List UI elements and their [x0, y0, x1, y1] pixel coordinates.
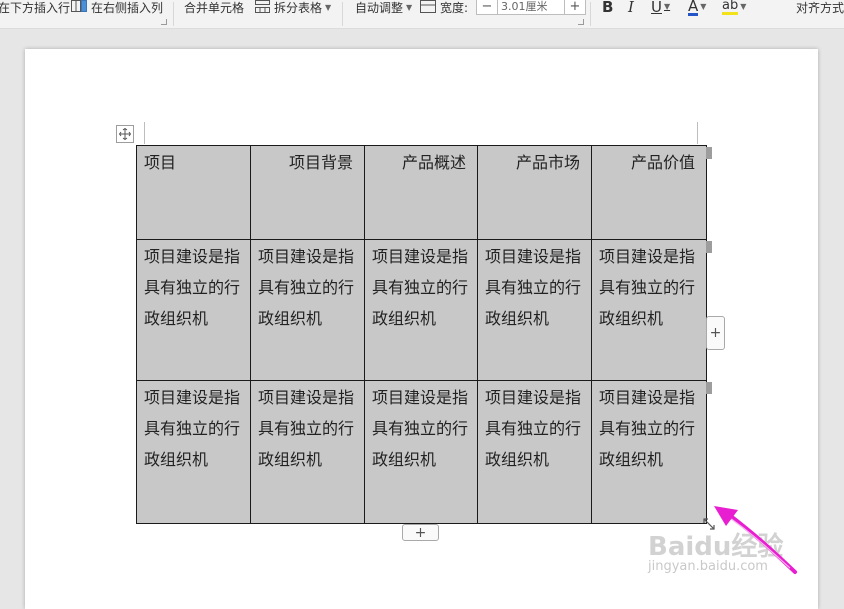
- table-cell[interactable]: 项目建设是指具有独立的行政组织机: [136, 239, 251, 381]
- margin-corner-mark: [144, 122, 145, 144]
- table-cell[interactable]: 项目背景: [250, 145, 365, 240]
- insert-column-right-label: 在右侧插入列: [91, 1, 164, 15]
- auto-adjust-label: 自动调整: [355, 1, 404, 15]
- underline-button[interactable]: U ▼: [651, 0, 670, 16]
- bold-button[interactable]: B: [602, 0, 613, 16]
- table-cell[interactable]: 项目建设是指具有独立的行政组织机: [136, 380, 251, 524]
- underline-icon: U: [651, 0, 662, 16]
- toolbar-divider: [173, 2, 174, 26]
- split-table-button[interactable]: 拆分表格 ▼: [255, 0, 331, 16]
- chevron-down-icon: ▼: [700, 2, 707, 11]
- auto-adjust-button[interactable]: 自动调整 ▼: [355, 0, 412, 16]
- row-end-marker: [706, 382, 712, 394]
- width-stepper: − +: [476, 0, 586, 15]
- table-cell[interactable]: 产品概述: [364, 145, 478, 240]
- group-launcher-icon[interactable]: [161, 19, 167, 25]
- bold-icon: B: [602, 0, 614, 16]
- plus-icon: +: [709, 325, 722, 341]
- group-launcher-icon[interactable]: [578, 19, 584, 25]
- highlight-button[interactable]: ab ▼: [722, 0, 746, 16]
- insert-row-below-label: 在下方插入行: [0, 1, 71, 15]
- chevron-down-icon: ▼: [663, 2, 671, 11]
- table-cell[interactable]: 产品价值: [591, 145, 707, 240]
- column-width-control: 宽度:: [420, 0, 468, 16]
- insert-column-icon: [71, 0, 87, 16]
- table-row: 项目建设是指具有独立的行政组织机 项目建设是指具有独立的行政组织机 项目建设是指…: [136, 380, 707, 524]
- table-cell[interactable]: 项目建设是指具有独立的行政组织机: [591, 380, 707, 524]
- chevron-down-icon: ▼: [325, 3, 332, 12]
- margin-corner-mark: [697, 122, 698, 144]
- column-width-icon: [420, 0, 436, 17]
- width-decrease-button[interactable]: −: [477, 0, 498, 14]
- insert-column-right-button[interactable]: 在右侧插入列: [71, 0, 163, 16]
- chevron-down-icon: ▼: [406, 3, 413, 12]
- table-cell[interactable]: 项目建设是指具有独立的行政组织机: [364, 380, 478, 524]
- width-increase-button[interactable]: +: [564, 0, 585, 14]
- toolbar-divider: [342, 2, 343, 26]
- width-input[interactable]: [498, 0, 564, 13]
- italic-icon: I: [628, 0, 634, 16]
- table-cell[interactable]: 产品市场: [477, 145, 592, 240]
- split-table-label: 拆分表格: [274, 1, 323, 15]
- table-move-handle[interactable]: [116, 125, 134, 143]
- row-end-marker: [706, 147, 712, 159]
- resize-icon: [703, 518, 715, 530]
- table-row: 项目建设是指具有独立的行政组织机 项目建设是指具有独立的行政组织机 项目建设是指…: [136, 239, 707, 381]
- document-table: 项目 项目背景 产品概述 产品市场 产品价值 项目建设是指具有独立的行政组织机 …: [136, 145, 707, 524]
- table-header-row: 项目 项目背景 产品概述 产品市场 产品价值: [136, 145, 707, 240]
- insert-row-below-button[interactable]: 在下方插入行: [0, 0, 70, 16]
- table-cell[interactable]: 项目建设是指具有独立的行政组织机: [591, 239, 707, 381]
- table-cell[interactable]: 项目建设是指具有独立的行政组织机: [477, 380, 592, 524]
- split-table-icon: [255, 0, 270, 17]
- italic-button[interactable]: I: [628, 0, 634, 16]
- row-end-marker: [706, 241, 712, 253]
- move-icon: [119, 128, 131, 140]
- table-cell[interactable]: 项目建设是指具有独立的行政组织机: [364, 239, 478, 381]
- plus-icon: +: [414, 524, 427, 541]
- table-tools-toolbar: 在下方插入行 在右侧插入列 合并单元格 拆分表格 ▼ 自动调整 ▼ 宽度: − …: [0, 0, 844, 29]
- highlight-icon: ab: [722, 0, 739, 15]
- width-label: 宽度:: [440, 1, 469, 15]
- font-color-button[interactable]: A ▼: [688, 0, 706, 16]
- table-cell[interactable]: 项目建设是指具有独立的行政组织机: [250, 239, 365, 381]
- table-cell[interactable]: 项目: [136, 145, 251, 240]
- alignment-button[interactable]: 对齐方式: [796, 0, 844, 16]
- alignment-label: 对齐方式: [796, 1, 844, 15]
- merge-cells-label: 合并单元格: [184, 1, 245, 15]
- add-column-button[interactable]: +: [706, 316, 725, 350]
- table-resize-handle[interactable]: [702, 516, 716, 530]
- table-cell[interactable]: 项目建设是指具有独立的行政组织机: [250, 380, 365, 524]
- font-color-icon: A: [688, 0, 699, 16]
- add-row-button[interactable]: +: [402, 524, 439, 541]
- table-cell[interactable]: 项目建设是指具有独立的行政组织机: [477, 239, 592, 381]
- chevron-down-icon: ▼: [740, 2, 747, 11]
- toolbar-divider: [590, 2, 591, 26]
- merge-cells-button[interactable]: 合并单元格: [184, 0, 244, 16]
